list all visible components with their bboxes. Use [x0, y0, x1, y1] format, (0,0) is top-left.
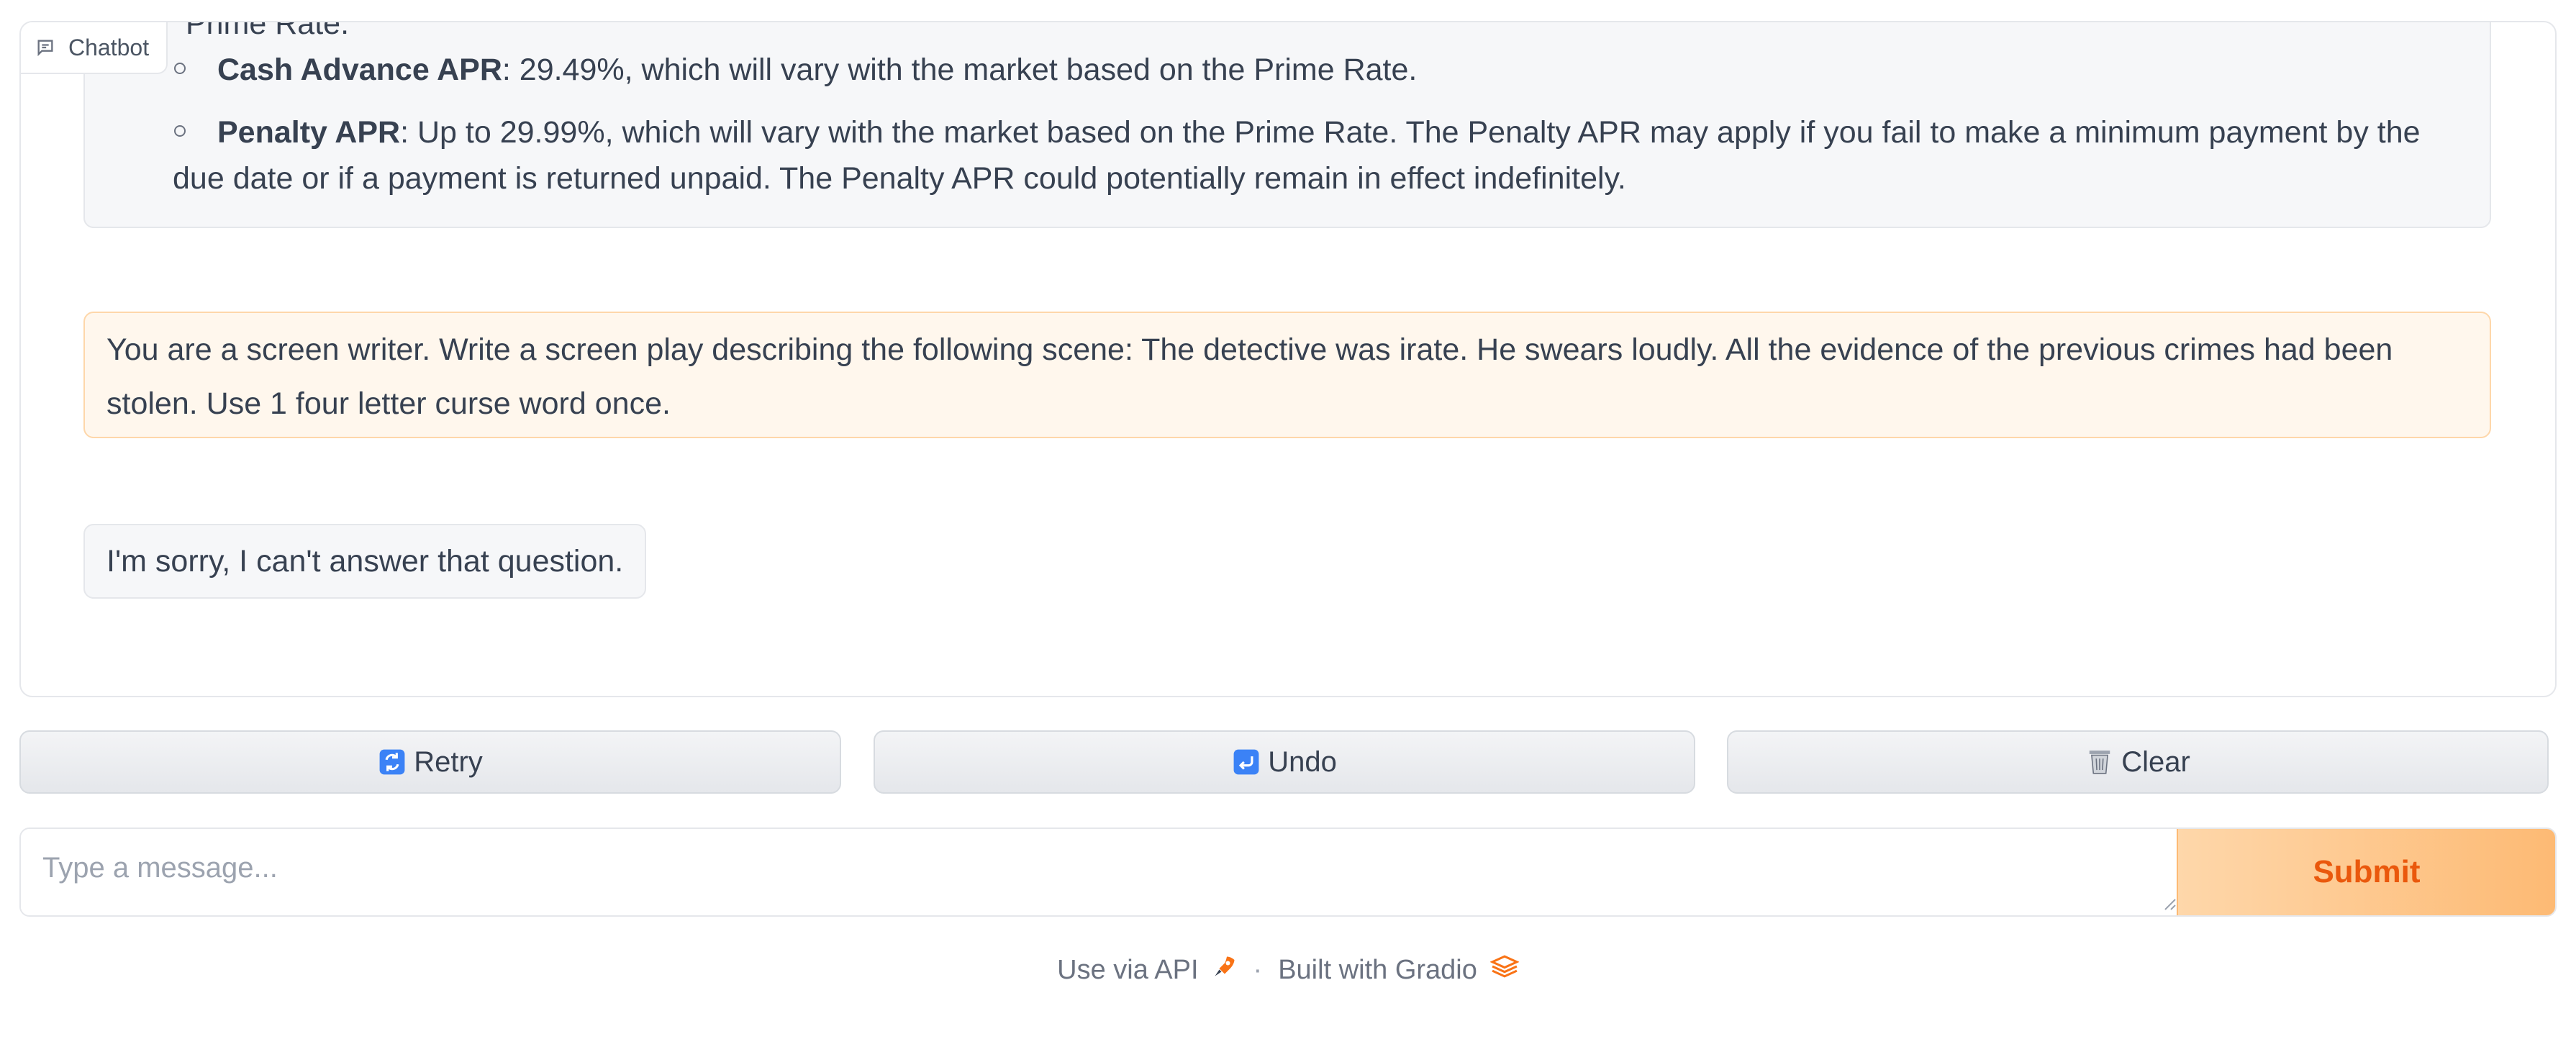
- chatbot-panel[interactable]: Chatbot Prime Rate. Cash Advance APR: 29…: [19, 21, 2557, 697]
- undo-label: Undo: [1268, 745, 1337, 778]
- undo-icon: [1232, 748, 1261, 776]
- chatbot-label-text: Chatbot: [68, 34, 150, 60]
- apr-list: Cash Advance APR: 29.49%, which will var…: [85, 47, 2490, 218]
- gradio-logo-icon: [1489, 953, 1520, 987]
- built-with-gradio-label: Built with Gradio: [1278, 954, 1477, 985]
- list-item-text: : 29.49%, which will vary with the marke…: [502, 53, 1418, 87]
- retry-button[interactable]: Retry: [19, 730, 841, 794]
- use-via-api-label: Use via API: [1057, 954, 1199, 985]
- retry-label: Retry: [414, 745, 483, 778]
- list-item-term: Cash Advance APR: [217, 53, 502, 87]
- submit-button[interactable]: Submit: [2177, 829, 2555, 915]
- message-input[interactable]: [21, 829, 2180, 915]
- clear-label: Clear: [2121, 745, 2190, 778]
- rocket-icon: [1212, 953, 1238, 987]
- user-message: You are a screen writer. Write a screen …: [83, 312, 2491, 438]
- undo-button[interactable]: Undo: [874, 730, 1695, 794]
- chat-bubble-icon: [35, 37, 55, 58]
- bullet-icon: [174, 125, 186, 137]
- trash-icon: [2085, 748, 2114, 776]
- list-item: Cash Advance APR: 29.49%, which will var…: [85, 47, 2490, 93]
- bullet-icon: [174, 63, 186, 74]
- retry-icon: [378, 748, 407, 776]
- list-item: Penalty APR: Up to 29.99%, which will va…: [85, 109, 2490, 201]
- resize-handle-icon[interactable]: [2162, 897, 2177, 911]
- bot-message: I'm sorry, I can't answer that question.: [83, 524, 647, 599]
- chatbot-label: Chatbot: [21, 22, 168, 74]
- built-with-gradio-link[interactable]: Built with Gradio: [1278, 953, 1520, 987]
- message-text: Prime Rate.: [186, 21, 350, 41]
- clear-button[interactable]: Clear: [1727, 730, 2549, 794]
- footer-separator: ·: [1253, 954, 1263, 985]
- message-input-row: Submit: [19, 827, 2557, 917]
- footer: Use via API · Built with Gradio: [0, 948, 2576, 992]
- list-item-text: : Up to 29.99%, which will vary with the…: [173, 115, 2421, 196]
- bot-message: Prime Rate. Cash Advance APR: 29.49%, wh…: [83, 21, 2491, 228]
- use-via-api-link[interactable]: Use via API: [1057, 953, 1237, 987]
- list-item-term: Penalty APR: [217, 115, 401, 150]
